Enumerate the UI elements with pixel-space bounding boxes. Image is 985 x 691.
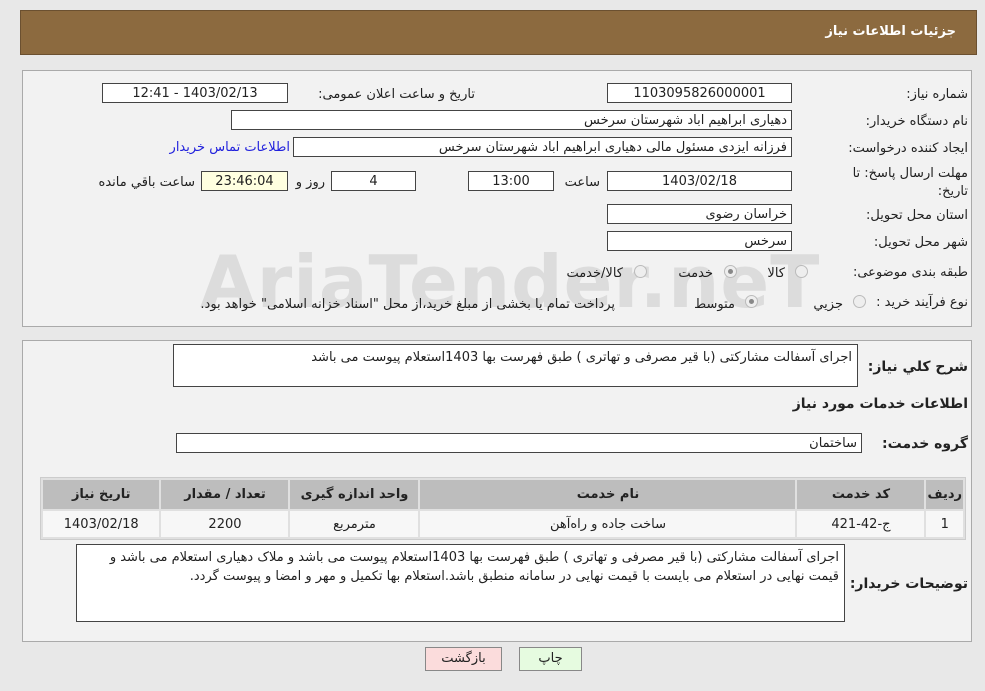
process-radio-partial[interactable] [853,295,866,308]
cell-service-code: ج-42-421 [797,511,925,537]
remaining-label: ساعت باقي مانده [98,175,195,190]
services-table: ردیف کد خدمت نام خدمت واحد اندازه گیری ت… [40,477,966,540]
process-radio-medium[interactable] [745,295,758,308]
category-radio-goods-service[interactable] [634,265,647,278]
province-field: خراسان رضوی [607,204,792,224]
days-field: 4 [331,171,416,191]
announce-label: تاریخ و ساعت اعلان عمومی: [318,87,475,102]
creator-field: فرزانه ایزدی مسئول مالی دهیاری ابراهیم ا… [293,137,792,157]
buyer-notes-textarea[interactable]: اجرای آسفالت مشارکتی (با قیر مصرفی و تها… [76,544,845,622]
table-row: 1 ج-42-421 ساخت جاده و راه‌آهن مترمربع 2… [43,511,963,537]
cell-row-number: 1 [926,511,963,537]
payment-note: پرداخت تمام یا بخشی از مبلغ خرید،از محل … [200,297,615,312]
cell-need-date: 1403/02/18 [43,511,160,537]
table-header-row: ردیف کد خدمت نام خدمت واحد اندازه گیری ت… [43,480,963,509]
category-radio-service[interactable] [724,265,737,278]
remaining-time-field: 23:46:04 [201,171,288,191]
buyer-notes-label: توضیحات خریدار: [849,576,968,592]
contact-info-link[interactable]: اطلاعات تماس خریدار [170,140,290,155]
province-label: استان محل تحویل: [866,208,968,223]
col-row-number: ردیف [926,480,963,509]
col-service-name: نام خدمت [420,480,796,509]
deadline-time-field: 13:00 [468,171,554,191]
page-header: جزئیات اطلاعات نیاز [20,10,977,55]
need-number-label: شماره نیاز: [906,87,968,102]
announce-field: 1403/02/13 - 12:41 [102,83,288,103]
city-label: شهر محل تحویل: [873,235,968,250]
summary-label: شرح کلي نیاز: [867,359,968,375]
col-quantity: تعداد / مقدار [161,480,289,509]
col-unit: واحد اندازه گیری [290,480,419,509]
category-label: طبقه بندی موضوعی: [852,265,968,280]
col-need-date: تاریخ نیاز [43,480,160,509]
category-option-goods-service: کالا/خدمت [566,266,623,281]
cell-service-name: ساخت جاده و راه‌آهن [420,511,796,537]
services-heading: اطلاعات خدمات مورد نیاز [792,396,968,412]
process-option-medium: متوسط [694,297,735,312]
time-label: ساعت [564,175,600,190]
category-option-service: خدمت [678,266,713,281]
days-label: روز و [295,175,325,190]
buyer-org-field: دهیاری ابراهیم اباد شهرستان سرخس [231,110,792,130]
need-number-field: 1103095826000001 [607,83,792,103]
cell-unit: مترمربع [290,511,419,537]
group-field: ساختمان [176,433,862,453]
col-service-code: کد خدمت [797,480,925,509]
process-option-partial: جزیي [813,297,843,312]
buyer-org-label: نام دستگاه خریدار: [865,114,968,129]
group-label: گروه خدمت: [882,436,968,452]
category-radio-goods[interactable] [795,265,808,278]
print-button[interactable]: چاپ [519,647,582,671]
deadline-label: مهلت ارسال پاسخ: تا تاریخ: [852,166,968,199]
city-field: سرخس [607,231,792,251]
creator-label: ایجاد کننده درخواست: [848,141,968,156]
deadline-date-field: 1403/02/18 [607,171,792,191]
page-title: جزئیات اطلاعات نیاز [825,24,956,39]
process-label: نوع فرآیند خرید : [876,295,968,310]
summary-textarea[interactable]: اجرای آسفالت مشارکتی (با قیر مصرفی و تها… [173,344,858,387]
cell-quantity: 2200 [161,511,289,537]
category-option-goods: کالا [767,266,785,281]
back-button[interactable]: بازگشت [425,647,502,671]
